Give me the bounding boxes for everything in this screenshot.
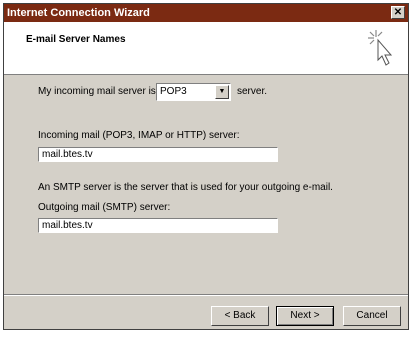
dropdown-arrow-icon[interactable]: ▼	[215, 85, 229, 99]
wizard-header: E-mail Server Names	[4, 22, 408, 75]
selected-type-value: POP3	[160, 86, 187, 97]
outgoing-server-label: Outgoing mail (SMTP) server:	[38, 202, 171, 213]
close-button[interactable]: ✕	[391, 6, 405, 19]
page-title: E-mail Server Names	[26, 34, 126, 45]
wizard-window: Internet Connection Wizard ✕ E-mail Serv…	[3, 3, 409, 330]
outgoing-server-field[interactable]	[38, 218, 278, 233]
wizard-pointer-icon	[368, 30, 393, 66]
incoming-type-prefix: My incoming mail server is a	[38, 86, 165, 97]
window-title: Internet Connection Wizard	[7, 7, 150, 19]
incoming-server-label: Incoming mail (POP3, IMAP or HTTP) serve…	[38, 130, 240, 141]
incoming-server-type-select[interactable]: POP3 ▼	[156, 83, 231, 101]
cancel-button[interactable]: Cancel	[343, 306, 401, 326]
incoming-server-field[interactable]	[38, 147, 278, 162]
next-button[interactable]: Next >	[276, 306, 334, 326]
incoming-type-suffix: server.	[237, 86, 268, 97]
smtp-info-text: An SMTP server is the server that is use…	[38, 182, 333, 193]
title-bar: Internet Connection Wizard ✕	[4, 4, 408, 22]
footer-divider	[4, 294, 408, 296]
back-button[interactable]: < Back	[211, 306, 269, 326]
